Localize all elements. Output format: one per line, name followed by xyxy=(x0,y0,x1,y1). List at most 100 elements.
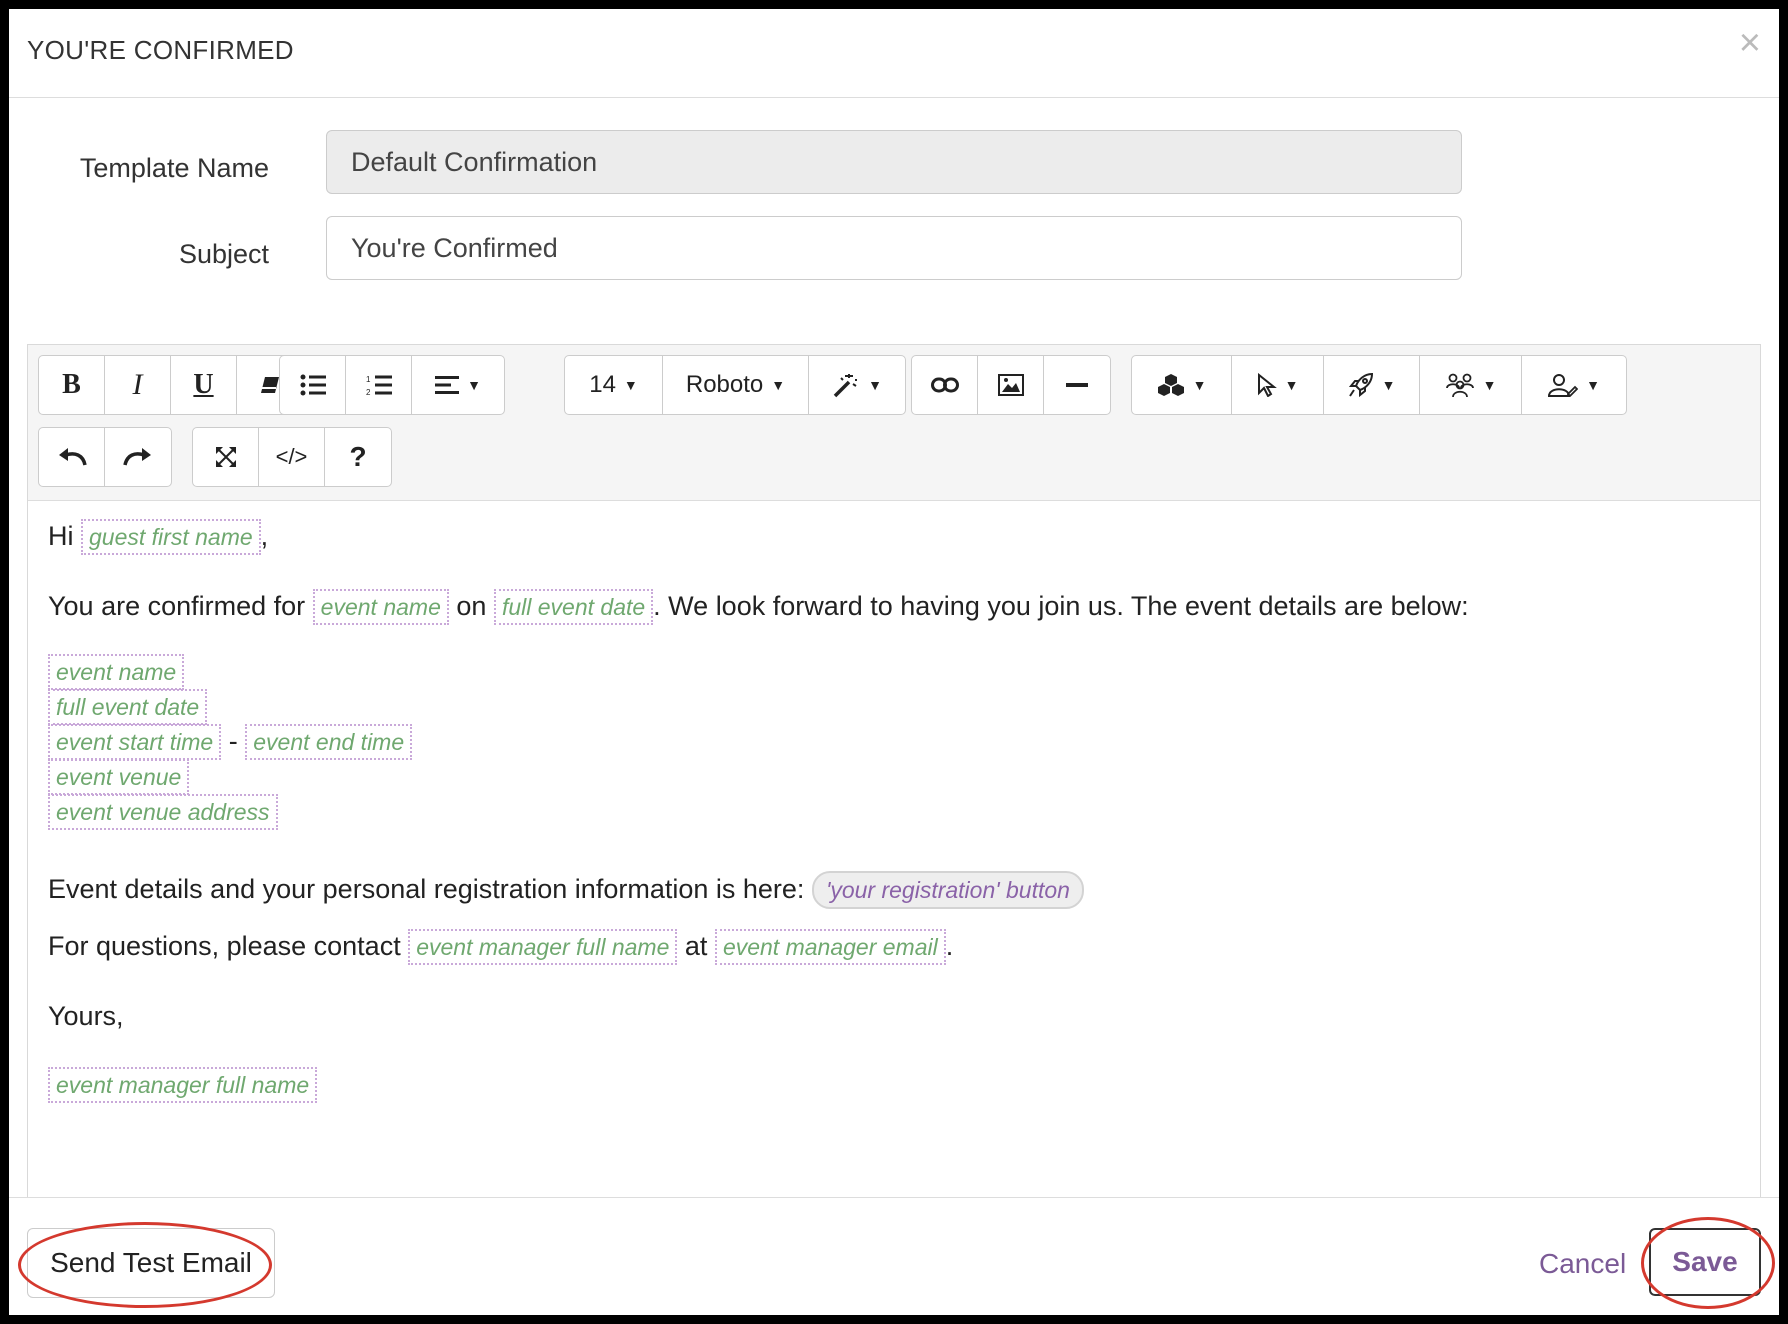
merge-tag-event-manager-email[interactable]: event manager email xyxy=(714,929,946,965)
on-text: on xyxy=(456,591,487,621)
font-size-dropdown[interactable]: 14 ▼ xyxy=(565,356,663,414)
yours-text: Yours, xyxy=(48,1001,124,1031)
merge-tag-event-manager-full-name[interactable]: event manager full name xyxy=(408,929,678,965)
template-name-label: Template Name xyxy=(79,153,269,183)
confirmed-text: You are confirmed for xyxy=(48,591,306,621)
email-template-modal: YOU'RE CONFIRMED × Template Name Subject… xyxy=(9,9,1779,1315)
underline-icon: U xyxy=(193,369,214,400)
send-test-email-button[interactable]: Send Test Email xyxy=(27,1228,275,1298)
svg-text:2: 2 xyxy=(366,388,371,396)
blocks-icon xyxy=(1157,374,1184,396)
image-icon xyxy=(997,374,1024,396)
chevron-down-icon: ▼ xyxy=(868,377,882,393)
merge-tag-event-name[interactable]: event name xyxy=(48,654,185,690)
cursor-icon xyxy=(1257,373,1277,397)
rich-text-editor: B I U 12 ▼ 14 ▼ Roboto ▼ ▼ ▼ ▼ ▼ ▼ ▼ </>… xyxy=(27,344,1761,1315)
bold-button[interactable]: B xyxy=(39,356,105,414)
align-icon xyxy=(435,376,460,394)
image-button[interactable] xyxy=(978,356,1044,414)
toolbar-group-view: </> ? xyxy=(192,427,392,487)
merge-tag-event-venue-address[interactable]: event venue address xyxy=(48,794,278,830)
subject-field[interactable] xyxy=(326,216,1462,280)
font-size-value: 14 xyxy=(589,371,616,398)
eraser-icon xyxy=(261,377,279,393)
merge-tag-guest-first-name[interactable]: guest first name xyxy=(81,519,261,555)
horizontal-rule-icon xyxy=(1066,383,1088,387)
redo-icon xyxy=(123,448,151,466)
signature-line: event manager full name xyxy=(48,1067,318,1103)
people-icon xyxy=(1445,373,1474,398)
closing-line: Yours, xyxy=(48,1001,124,1032)
help-icon: ? xyxy=(349,441,367,472)
bold-icon: B xyxy=(62,369,81,400)
svg-text:1: 1 xyxy=(366,375,371,384)
greeting-line: Hi guest first name, xyxy=(48,519,268,555)
merge-tag-registration-button[interactable]: 'your registration' button xyxy=(811,871,1084,909)
rocket-icon xyxy=(1348,372,1373,398)
code-icon: </> xyxy=(275,444,308,469)
subject-label: Subject xyxy=(178,239,269,269)
chevron-down-icon: ▼ xyxy=(1482,377,1497,393)
comma-text: , xyxy=(260,521,269,551)
fullscreen-icon xyxy=(215,447,236,467)
merge-tag-event-name[interactable]: event name xyxy=(312,589,449,625)
period-text: . xyxy=(945,931,954,961)
cursor-dropdown[interactable]: ▼ xyxy=(1232,356,1324,414)
details-line-time: event start time - event end time xyxy=(48,724,413,760)
font-family-value: Roboto xyxy=(685,371,764,398)
rocket-dropdown[interactable]: ▼ xyxy=(1324,356,1420,414)
chevron-down-icon: ▼ xyxy=(467,377,481,393)
font-family-dropdown[interactable]: Roboto ▼ xyxy=(663,356,809,414)
help-button[interactable]: ? xyxy=(325,428,391,486)
cancel-button[interactable]: Cancel xyxy=(1539,1248,1626,1280)
align-dropdown[interactable]: ▼ xyxy=(412,356,504,414)
fullscreen-button[interactable] xyxy=(193,428,259,486)
merge-tag-event-end-time[interactable]: event end time xyxy=(245,724,413,760)
at-text: at xyxy=(684,931,708,961)
details-line-date: full event date xyxy=(48,689,208,725)
redo-button[interactable] xyxy=(105,428,171,486)
chevron-down-icon: ▼ xyxy=(1192,377,1207,393)
confirmation-line: You are confirmed for event name on full… xyxy=(48,589,1469,625)
undo-icon xyxy=(58,448,87,466)
questions-line: For questions, please contact event mana… xyxy=(48,929,953,965)
chevron-down-icon: ▼ xyxy=(623,377,638,393)
merge-tag-event-venue[interactable]: event venue xyxy=(48,759,190,795)
merge-tag-full-event-date[interactable]: full event date xyxy=(48,689,208,725)
italic-button[interactable]: I xyxy=(105,356,171,414)
greeting-text: Hi xyxy=(48,521,74,551)
template-name-field[interactable] xyxy=(326,130,1462,194)
bullet-list-button[interactable] xyxy=(280,356,346,414)
chevron-down-icon: ▼ xyxy=(1284,377,1299,393)
blocks-dropdown[interactable]: ▼ xyxy=(1132,356,1232,414)
merge-tag-event-manager-full-name[interactable]: event manager full name xyxy=(48,1067,318,1103)
close-icon[interactable]: × xyxy=(1739,23,1761,63)
toolbar-group-font: 14 ▼ Roboto ▼ ▼ xyxy=(564,355,906,415)
undo-button[interactable] xyxy=(39,428,105,486)
editor-content[interactable]: Hi guest first name, You are confirmed f… xyxy=(28,501,1779,1315)
people-dropdown[interactable]: ▼ xyxy=(1420,356,1522,414)
magic-dropdown[interactable]: ▼ xyxy=(809,356,905,414)
chevron-down-icon: ▼ xyxy=(1586,377,1600,393)
person-dropdown[interactable]: ▼ xyxy=(1522,356,1626,414)
save-button[interactable]: Save xyxy=(1649,1228,1761,1296)
link-button[interactable] xyxy=(912,356,978,414)
toolbar-group-custom: ▼ ▼ ▼ ▼ ▼ xyxy=(1131,355,1627,415)
look-forward-text: . We look forward to having you join us.… xyxy=(653,591,1469,621)
underline-button[interactable]: U xyxy=(171,356,237,414)
chevron-down-icon: ▼ xyxy=(1381,377,1396,393)
toolbar-group-insert xyxy=(911,355,1111,415)
merge-tag-full-event-date[interactable]: full event date xyxy=(493,589,654,625)
details-text: Event details and your personal registra… xyxy=(48,874,805,904)
code-view-button[interactable]: </> xyxy=(259,428,325,486)
details-line-venue: event venue xyxy=(48,759,190,795)
numbered-list-button[interactable]: 12 xyxy=(346,356,412,414)
chevron-down-icon: ▼ xyxy=(771,377,786,393)
horizontal-rule-button[interactable] xyxy=(1044,356,1110,414)
modal-header: YOU'RE CONFIRMED × xyxy=(9,9,1779,98)
numbered-list-icon: 12 xyxy=(366,375,392,396)
toolbar-group-paragraph: 12 ▼ xyxy=(279,355,505,415)
merge-tag-event-start-time[interactable]: event start time xyxy=(48,724,222,760)
toolbar-group-history xyxy=(38,427,172,487)
details-line-address: event venue address xyxy=(48,794,278,830)
